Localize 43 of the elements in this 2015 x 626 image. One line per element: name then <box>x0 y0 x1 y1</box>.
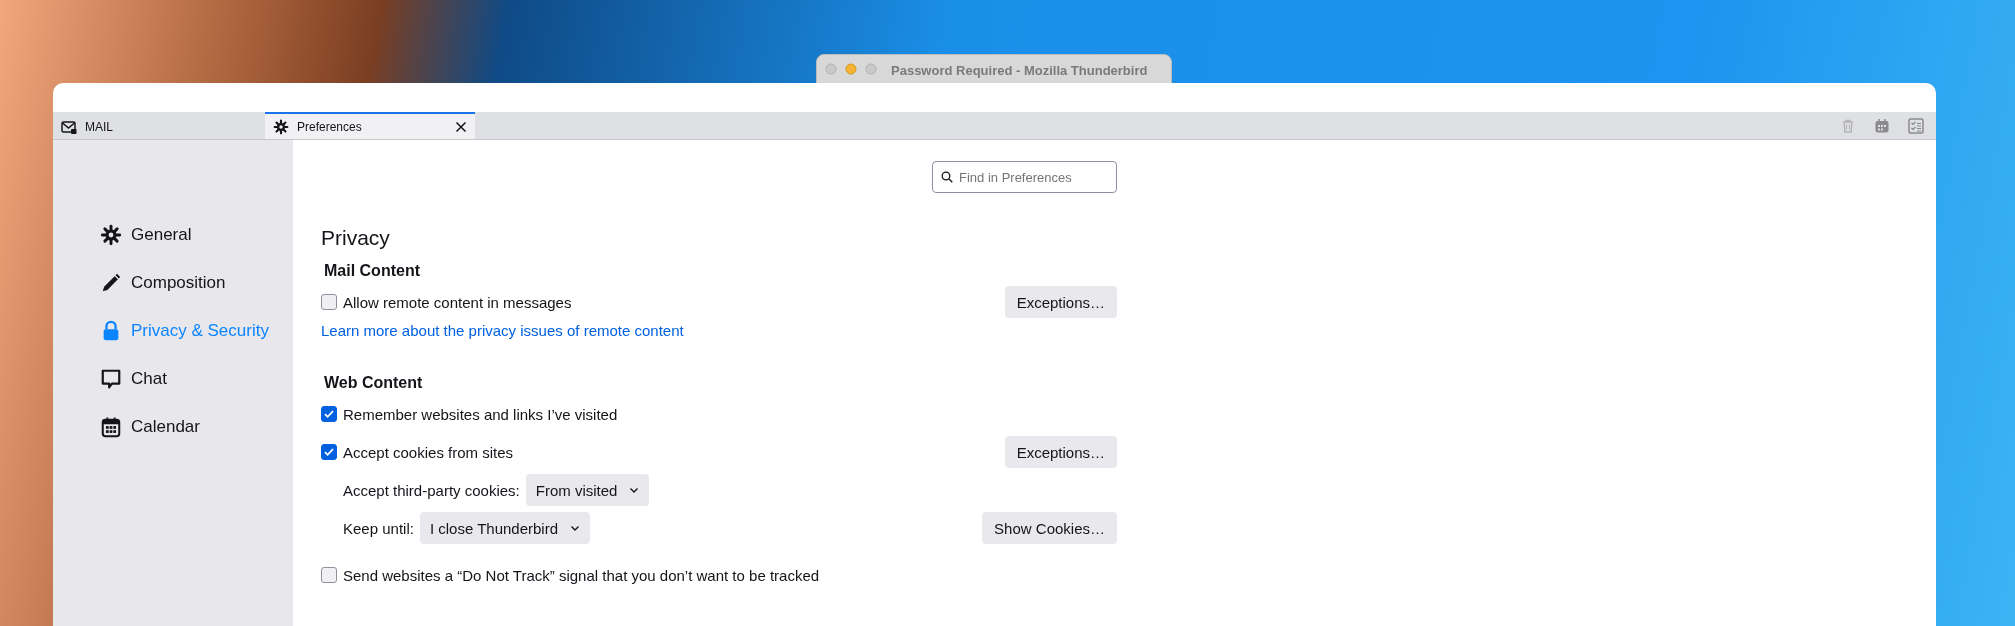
tab[interactable]: MAIL <box>53 112 265 139</box>
tab[interactable]: Preferences <box>265 112 475 139</box>
caret-icon <box>629 485 640 495</box>
calendar-icon[interactable] <box>1874 117 1890 134</box>
checkbox[interactable] <box>321 406 337 422</box>
section-title: Privacy <box>321 225 391 251</box>
field-label: Accept third-party cookies: <box>343 481 520 499</box>
caret-icon <box>570 523 581 533</box>
mail-lock-icon <box>61 118 77 135</box>
gear-icon <box>100 224 122 246</box>
window-controls-icon[interactable] <box>825 63 879 75</box>
checkbox[interactable] <box>321 567 337 583</box>
checkmark-icon <box>323 446 335 458</box>
checkbox[interactable] <box>321 444 337 460</box>
dropdown[interactable]: From visited <box>525 474 650 506</box>
checkbox-label: Send websites a “Do Not Track” signal that you don’t want to be tracked <box>343 566 820 584</box>
sidebar-item[interactable]: Composition <box>100 263 280 303</box>
sidebar-item[interactable]: General <box>100 215 280 255</box>
task-list-icon[interactable] <box>1908 117 1924 134</box>
action-button[interactable]: Show Cookies… <box>982 512 1117 544</box>
checkbox[interactable] <box>321 294 337 310</box>
action-button[interactable]: Exceptions… <box>1004 286 1117 318</box>
search-field[interactable]: Find in Preferences <box>932 161 1117 193</box>
action-button[interactable]: Exceptions… <box>1004 436 1117 468</box>
search-icon <box>941 171 953 183</box>
group-heading: Mail Content <box>324 261 421 281</box>
group-heading: Web Content <box>324 373 424 393</box>
checkmark-icon <box>323 408 335 420</box>
chat-bubble-icon <box>100 368 122 390</box>
trash-icon[interactable] <box>1840 117 1856 134</box>
gear-icon <box>273 118 289 135</box>
sidebar-item[interactable]: Chat <box>100 359 280 399</box>
checkbox-label: Accept cookies from sites <box>343 443 514 461</box>
pencil-icon <box>100 272 122 294</box>
dropdown[interactable]: I close Thunderbird <box>419 512 591 544</box>
checkbox-label: Remember websites and links I’ve visited <box>343 405 618 423</box>
learn-more-link[interactable]: Learn more about the privacy issues of remote content <box>321 321 684 339</box>
field-label: Keep until: <box>343 519 414 537</box>
checkbox-label: Allow remote content in messages <box>343 293 572 311</box>
sidebar-item[interactable]: Calendar <box>100 407 280 447</box>
calendar-icon <box>100 416 122 438</box>
window-title: Password Required - Mozilla Thunderbird <box>891 63 1148 78</box>
close-icon[interactable] <box>455 120 467 133</box>
